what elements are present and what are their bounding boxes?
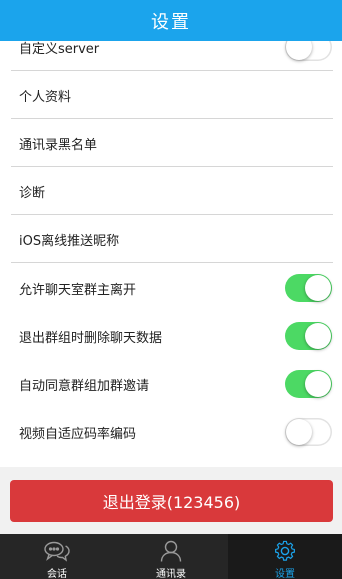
- tab-label: 设置: [275, 569, 295, 579]
- setting-row-profile[interactable]: 个人资料: [0, 71, 342, 119]
- toggle-knob: [305, 371, 331, 397]
- setting-label-diagnostics: 诊断: [19, 185, 46, 201]
- toggle-knob: [286, 419, 312, 445]
- tab-conversations[interactable]: 会话: [0, 534, 114, 579]
- setting-row-adaptive-bitrate: 视频自适应码率编码: [0, 408, 342, 456]
- setting-label-allow-owner-leave: 允许聊天室群主离开: [19, 282, 137, 298]
- settings-list[interactable]: 自定义server 个人资料 通讯录黑名单 诊断 iOS离线推送昵称 允许聊天室…: [0, 41, 342, 467]
- navigation-bar: 设置: [0, 0, 342, 41]
- allow-owner-leave-toggle[interactable]: [285, 274, 332, 302]
- custom-server-toggle[interactable]: [285, 41, 332, 61]
- setting-row-contact-blacklist[interactable]: 通讯录黑名单: [0, 119, 342, 167]
- setting-label-contact-blacklist: 通讯录黑名单: [19, 137, 98, 153]
- setting-row-delete-chat-on-leave: 退出群组时删除聊天数据: [0, 312, 342, 360]
- auto-accept-invite-toggle[interactable]: [285, 370, 332, 398]
- setting-label-auto-accept-invite: 自动同意群组加群邀请: [19, 378, 150, 394]
- setting-row-custom-server: 自定义server: [0, 41, 342, 71]
- setting-label-custom-server: 自定义server: [19, 41, 100, 57]
- row-divider: [11, 262, 333, 263]
- chat-bubbles-icon: [43, 540, 71, 562]
- toggle-knob: [305, 275, 331, 301]
- setting-row-auto-accept-invite: 自动同意群组加群邀请: [0, 360, 342, 408]
- setting-label-profile: 个人资料: [19, 89, 72, 105]
- setting-label-delete-chat-on-leave: 退出群组时删除聊天数据: [19, 330, 163, 346]
- toggle-knob: [305, 323, 331, 349]
- logout-button[interactable]: 退出登录(123456): [10, 480, 333, 522]
- setting-label-adaptive-bitrate: 视频自适应码率编码: [19, 426, 137, 442]
- tab-contacts[interactable]: 通讯录: [114, 534, 228, 579]
- gear-icon: [271, 540, 299, 562]
- setting-row-allow-owner-leave: 允许聊天室群主离开: [0, 264, 342, 312]
- toggle-knob: [286, 41, 312, 60]
- tab-settings[interactable]: 设置: [228, 534, 342, 579]
- contact-person-icon: [157, 540, 185, 562]
- page-title: 设置: [151, 11, 191, 33]
- tab-label: 会话: [47, 569, 67, 579]
- setting-row-ios-push-nickname[interactable]: iOS离线推送昵称: [0, 215, 342, 263]
- setting-label-ios-push-nickname: iOS离线推送昵称: [19, 233, 120, 249]
- delete-chat-on-leave-toggle[interactable]: [285, 322, 332, 350]
- tab-bar: 会话 通讯录 设置: [0, 534, 342, 579]
- setting-row-diagnostics[interactable]: 诊断: [0, 167, 342, 215]
- tab-label: 通讯录: [156, 569, 186, 579]
- adaptive-bitrate-toggle[interactable]: [285, 418, 332, 446]
